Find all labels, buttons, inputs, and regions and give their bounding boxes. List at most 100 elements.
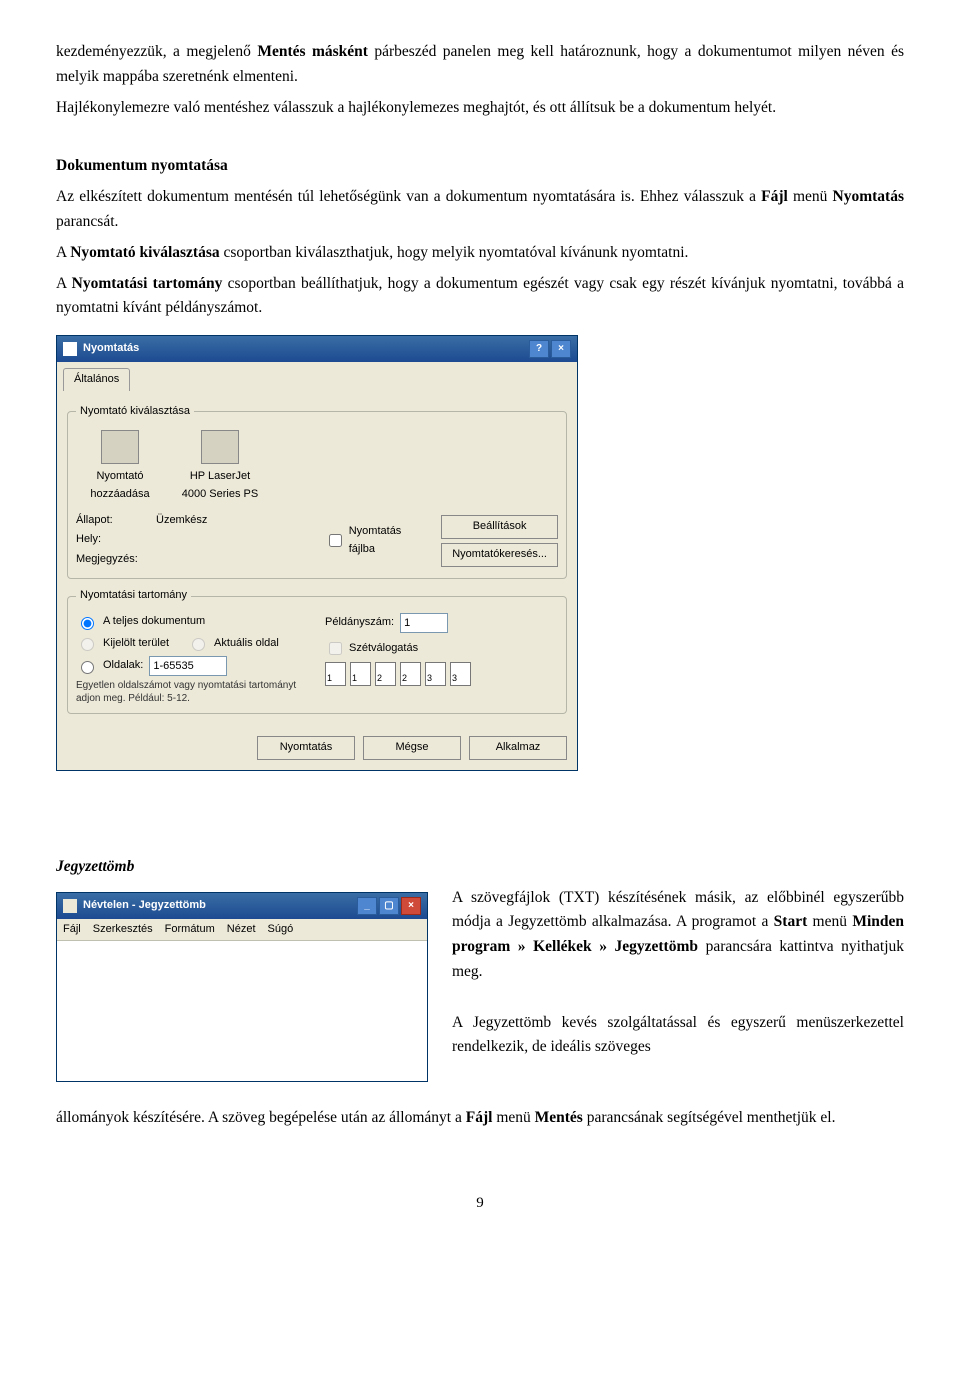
text: állományok készítésére. A szöveg begépel…: [56, 1109, 466, 1126]
text: csoportban kiválaszthatjuk, hogy melyik …: [220, 244, 689, 261]
minimize-button-icon[interactable]: _: [357, 897, 377, 915]
page-icon: 2: [375, 662, 396, 686]
location-label: Hely:: [76, 531, 146, 549]
page-icon: 2: [400, 662, 421, 686]
checkbox-icon[interactable]: [329, 642, 342, 655]
tab-general[interactable]: Általános: [63, 368, 130, 391]
radio-label: A teljes dokumentum: [103, 613, 205, 631]
text: menü: [788, 188, 833, 205]
print-paragraph-2: A Nyomtató kiválasztása csoportban kivál…: [56, 241, 904, 266]
icon-label: HP LaserJet 4000 Series PS: [180, 468, 260, 503]
radio-icon[interactable]: [81, 638, 94, 651]
page-icon: 1: [350, 662, 371, 686]
checkbox-label: Szétválogatás: [349, 640, 418, 658]
radio-label: Kijelölt terület: [103, 635, 169, 653]
radio-icon[interactable]: [81, 617, 94, 630]
notepad-text-area[interactable]: [57, 941, 427, 1081]
find-printer-button[interactable]: Nyomtatókeresés...: [441, 543, 558, 567]
radio-label: Aktuális oldal: [214, 635, 279, 653]
bold-text: Mentés: [535, 1109, 583, 1126]
text: menü: [492, 1109, 534, 1126]
notepad-titlebar[interactable]: Névtelen - Jegyzettömb _ ▢ ×: [57, 893, 427, 919]
section-heading-print: Dokumentum nyomtatása: [56, 154, 904, 179]
menu-edit[interactable]: Szerkesztés: [93, 921, 153, 939]
page-icon: 3: [425, 662, 446, 686]
radio-icon[interactable]: [81, 661, 94, 674]
text: A: [56, 244, 70, 261]
page-icon: 1: [325, 662, 346, 686]
menu-help[interactable]: Súgó: [268, 921, 294, 939]
print-paragraph-1: Az elkészített dokumentum mentésén túl l…: [56, 185, 904, 235]
notepad-menubar: Fájl Szerkesztés Formátum Nézet Súgó: [57, 919, 427, 942]
print-button[interactable]: Nyomtatás: [257, 736, 355, 760]
settings-button[interactable]: Beállítások: [441, 515, 558, 539]
printer-select-group: Nyomtató kiválasztása Nyomtató hozzáadás…: [67, 403, 567, 580]
print-dialog: Nyomtatás ? × Általános Nyomtató kiválas…: [56, 335, 578, 771]
help-button-icon[interactable]: ?: [529, 340, 549, 358]
copies-label: Példányszám:: [325, 614, 394, 632]
text: A: [56, 275, 72, 292]
text: parancsának segítségével menthetjük el.: [583, 1109, 836, 1126]
printer-icon: [63, 342, 77, 356]
checkbox-label: Nyomtatás fájlba: [349, 523, 430, 558]
print-to-file-checkbox[interactable]: Nyomtatás fájlba: [325, 523, 430, 558]
status-value: Üzemkész: [156, 512, 207, 530]
bold-text: Nyomtatási tartomány: [72, 275, 223, 292]
apply-button[interactable]: Alkalmaz: [469, 736, 567, 760]
bold-text: Nyomtató kiválasztása: [70, 244, 219, 261]
print-range-group: Nyomtatási tartomány A teljes dokumentum…: [67, 587, 567, 714]
printer-icon: [201, 430, 239, 464]
dialog-titlebar[interactable]: Nyomtatás ? ×: [57, 336, 577, 362]
radio-pages[interactable]: Oldalak:: [76, 656, 309, 676]
notepad-paragraph-2: A Jegyzettömb kevés szolgáltatással és e…: [452, 1011, 904, 1061]
printer-item-hp[interactable]: HP LaserJet 4000 Series PS: [180, 430, 260, 503]
text: parancsát.: [56, 213, 118, 230]
menu-format[interactable]: Formátum: [165, 921, 215, 939]
page-icon: 3: [450, 662, 471, 686]
text: Az elkészített dokumentum mentésén túl l…: [56, 188, 761, 205]
notepad-icon: [63, 899, 77, 913]
group-label: Nyomtatási tartomány: [76, 587, 191, 605]
print-paragraph-3: A Nyomtatási tartomány csoportban beállí…: [56, 272, 904, 322]
range-hint: Egyetlen oldalszámot vagy nyomtatási tar…: [76, 680, 309, 705]
pages-input[interactable]: [149, 656, 227, 676]
radio-label: Oldalak:: [103, 657, 143, 675]
radio-current-page[interactable]: Aktuális oldal: [187, 635, 279, 653]
notepad-paragraph-3: állományok készítésére. A szöveg begépel…: [56, 1106, 904, 1131]
bold-text: Fájl: [761, 188, 788, 205]
text: menü: [807, 913, 852, 930]
notepad-paragraph-1: A szövegfájlok (TXT) készítésének másik,…: [452, 886, 904, 985]
collate-checkbox[interactable]: Szétválogatás: [325, 639, 558, 658]
status-label: Állapot:: [76, 512, 146, 530]
menu-view[interactable]: Nézet: [227, 921, 256, 939]
copies-spinner[interactable]: [400, 613, 448, 633]
bold-text: Mentés másként: [257, 43, 368, 60]
notepad-title: Névtelen - Jegyzettömb: [83, 897, 206, 915]
close-button-icon[interactable]: ×: [551, 340, 571, 358]
menu-file[interactable]: Fájl: [63, 921, 81, 939]
checkbox-icon[interactable]: [329, 534, 342, 547]
close-button-icon[interactable]: ×: [401, 897, 421, 915]
notepad-window: Névtelen - Jegyzettömb _ ▢ × Fájl Szerke…: [56, 892, 428, 1083]
intro-paragraph-1: kezdeményezzük, a megjelenő Mentés máské…: [56, 40, 904, 90]
text: kezdeményezzük, a megjelenő: [56, 43, 257, 60]
dialog-title: Nyomtatás: [83, 340, 139, 358]
maximize-button-icon[interactable]: ▢: [379, 897, 399, 915]
radio-all[interactable]: A teljes dokumentum: [76, 613, 309, 631]
tabstrip: Általános: [57, 362, 577, 391]
group-label: Nyomtató kiválasztása: [76, 403, 194, 421]
radio-icon[interactable]: [192, 638, 205, 651]
collate-illustration: 1 1 2 2 3 3: [325, 662, 558, 686]
page-number: 9: [56, 1191, 904, 1215]
comment-label: Megjegyzés:: [76, 551, 146, 569]
bold-text: Nyomtatás: [833, 188, 904, 205]
bold-text: Start: [774, 913, 808, 930]
cancel-button[interactable]: Mégse: [363, 736, 461, 760]
add-printer-item[interactable]: Nyomtató hozzáadása: [80, 430, 160, 503]
section-heading-notepad: Jegyzettömb: [56, 855, 904, 880]
add-printer-icon: [101, 430, 139, 464]
bold-text: Fájl: [466, 1109, 493, 1126]
icon-label: Nyomtató hozzáadása: [80, 468, 160, 503]
radio-selection[interactable]: Kijelölt terület: [76, 635, 169, 653]
intro-paragraph-2: Hajlékonylemezre való mentéshez válasszu…: [56, 96, 904, 121]
